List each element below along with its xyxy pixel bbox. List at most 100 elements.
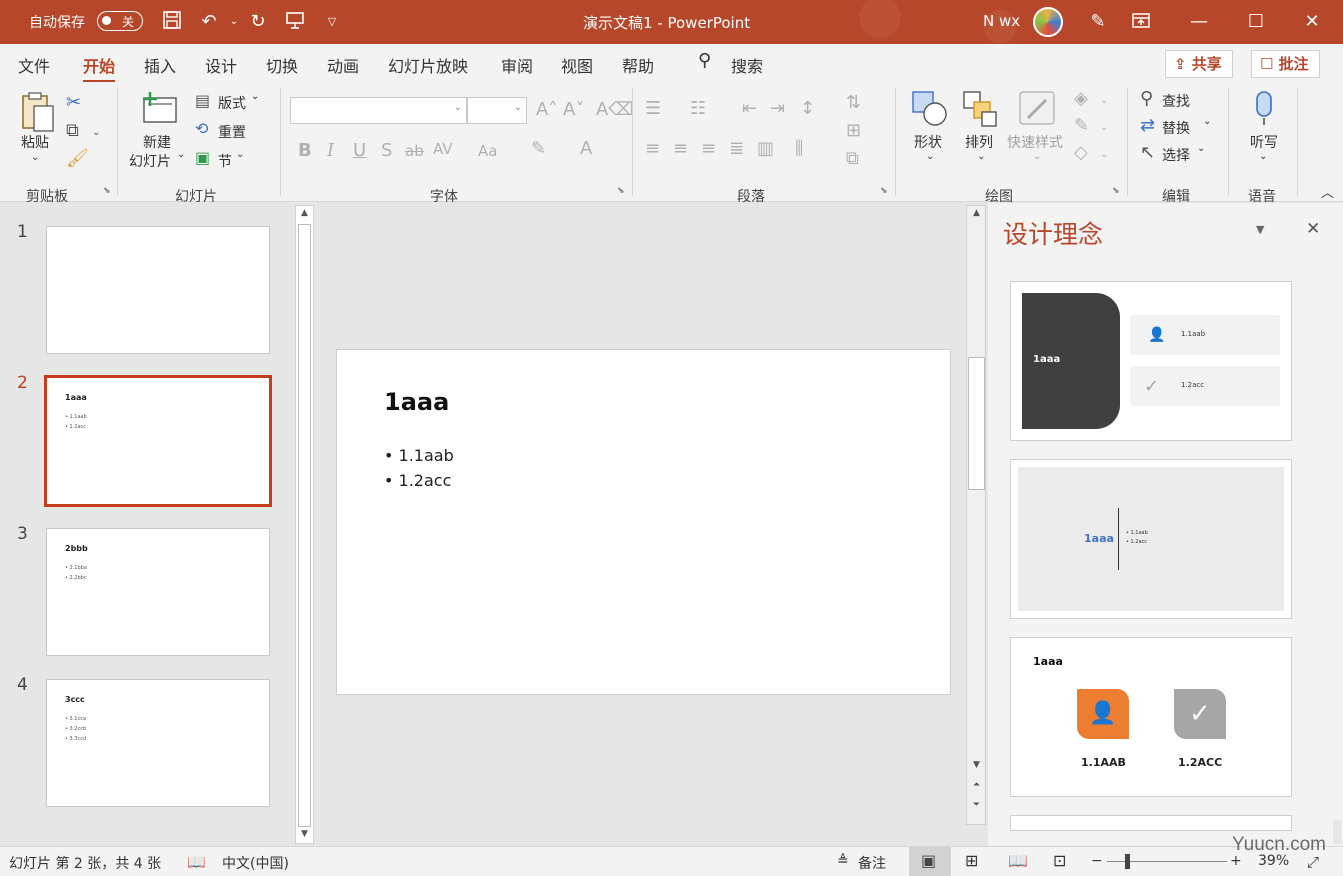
new-slide-label-2[interactable]: 幻灯片 [129, 151, 171, 171]
bold-button[interactable]: B [298, 142, 312, 160]
shape-effects-dropdown-icon[interactable]: ⌄ [1100, 146, 1108, 164]
copy-icon[interactable]: ⧉ [66, 122, 79, 140]
new-slide-icon[interactable] [138, 90, 178, 130]
change-case-icon[interactable]: Aa [478, 142, 497, 160]
shape-fill-dropdown-icon[interactable]: ⌄ [1100, 92, 1108, 110]
close-pane-icon[interactable]: ✕ [1306, 219, 1320, 239]
find-icon[interactable]: ⚲ [1140, 90, 1153, 108]
quick-styles-dropdown-icon[interactable]: ⌄ [1033, 151, 1041, 162]
strikethrough-icon[interactable]: ab [405, 142, 424, 160]
shadow-button[interactable]: S [381, 142, 392, 160]
tab-help[interactable]: 帮助 [622, 53, 654, 77]
undo-icon[interactable]: ↶ [197, 10, 221, 34]
decrease-indent-icon[interactable]: ⇤ [742, 100, 757, 118]
numbering-icon[interactable]: ☷ [690, 100, 706, 118]
shapes-button[interactable]: 形状 [914, 132, 942, 152]
select-button[interactable]: 选择 [1162, 145, 1190, 165]
slide-scroll-thumb[interactable] [968, 357, 985, 490]
search-icon[interactable]: ⚲ [698, 50, 711, 71]
font-name-combo[interactable]: ⌄ [290, 97, 467, 124]
align-right-icon[interactable]: ≡ [701, 140, 716, 158]
paste-dropdown-icon[interactable]: ⌄ [31, 152, 39, 163]
font-launcher-icon[interactable]: ⬊ [617, 186, 625, 196]
shrink-font-icon[interactable]: A˅ [563, 101, 584, 119]
tab-design[interactable]: 设计 [205, 53, 237, 77]
slide-thumbnail-4[interactable]: 3ccc • 3.1cca • 3.2ccb • 3.3ccd [46, 679, 270, 807]
maximize-icon[interactable]: ☐ [1244, 10, 1268, 34]
grow-font-icon[interactable]: A˄ [536, 101, 557, 119]
search-box[interactable]: 搜索 [731, 53, 763, 77]
design-idea-2[interactable]: 1aaa • 1.1aab • 1.2acc [1010, 459, 1292, 619]
undo-dropdown-icon[interactable]: ⌄ [222, 10, 246, 34]
char-spacing-icon[interactable]: AV [433, 140, 453, 158]
slide-thumbnail-2[interactable]: 1aaa • 1.1aab • 1.2acc [44, 375, 272, 507]
slide-body[interactable]: • 1.1aab • 1.2acc [384, 443, 454, 493]
scroll-down-icon[interactable]: ▼ [296, 829, 313, 839]
previous-slide-icon[interactable]: ⏶ [968, 780, 985, 790]
slide-canvas[interactable]: 1aaa • 1.1aab • 1.2acc [336, 349, 951, 695]
underline-button[interactable]: U [353, 142, 366, 160]
replace-button[interactable]: 替换 [1162, 118, 1190, 138]
zoom-out-icon[interactable]: − [1091, 853, 1103, 869]
tab-file[interactable]: 文件 [18, 53, 50, 77]
drawing-launcher-icon[interactable]: ⬊ [1112, 186, 1120, 196]
collapse-ribbon-icon[interactable]: ︿ [1321, 182, 1334, 201]
slide-title[interactable]: 1aaa [384, 388, 449, 416]
design-idea-3[interactable]: 1aaa 👤 ✓ 1.1AAB 1.2ACC [1010, 637, 1292, 797]
tab-transitions[interactable]: 切换 [266, 53, 298, 77]
highlight-icon[interactable]: ✎ [531, 140, 546, 158]
slide-thumbnail-3[interactable]: 2bbb • 2.1bba • 2.2bbc [46, 528, 270, 656]
minimize-icon[interactable]: — [1187, 10, 1211, 34]
clipboard-launcher-icon[interactable]: ⬊ [103, 186, 111, 196]
replace-dropdown-icon[interactable]: ⌄ [1203, 116, 1211, 127]
quick-styles-icon[interactable] [1018, 90, 1058, 132]
reset-button[interactable]: 重置 [218, 122, 246, 142]
align-center-icon[interactable]: ≡ [673, 140, 688, 158]
clear-format-icon[interactable]: A⌫ [596, 101, 634, 119]
smartart-icon[interactable]: ⧉ [846, 150, 859, 168]
paste-button[interactable]: 粘贴 [21, 132, 49, 152]
select-dropdown-icon[interactable]: ⌄ [1197, 143, 1205, 154]
align-text-icon[interactable]: ⊞ [846, 122, 861, 140]
avatar[interactable] [1033, 7, 1063, 37]
new-slide-dropdown-icon[interactable]: ⌄ [177, 149, 185, 160]
select-icon[interactable]: ↖ [1140, 144, 1155, 162]
justify-icon[interactable]: ≣ [729, 140, 744, 158]
shape-outline-dropdown-icon[interactable]: ⌄ [1100, 119, 1108, 137]
copy-dropdown-icon[interactable]: ⌄ [92, 124, 100, 142]
tab-home[interactable]: 开始 [83, 53, 116, 83]
font-color-icon[interactable]: A [580, 140, 592, 158]
scroll-up-icon[interactable]: ▲ [296, 208, 313, 218]
arrange-icon[interactable] [962, 90, 998, 132]
reset-icon[interactable]: ⟲ [195, 120, 208, 138]
present-icon[interactable] [283, 10, 307, 34]
shape-fill-icon[interactable]: ◈ [1074, 90, 1088, 108]
comments-button[interactable]: ☐ 批注 [1251, 50, 1320, 78]
tab-slideshow[interactable]: 幻灯片放映 [388, 53, 468, 77]
replace-icon[interactable]: ⇄ [1140, 117, 1155, 135]
slide-thumbnail-1[interactable] [46, 226, 270, 354]
paragraph-launcher-icon[interactable]: ⬊ [880, 186, 888, 196]
thumbnail-scroll-thumb[interactable] [298, 224, 311, 827]
shapes-dropdown-icon[interactable]: ⌄ [926, 151, 934, 162]
line-spacing-icon[interactable]: ↕ [800, 100, 815, 118]
notes-icon[interactable]: ≜ [837, 853, 849, 869]
close-icon[interactable]: ✕ [1300, 10, 1324, 34]
notes-button[interactable]: 备注 [858, 853, 886, 873]
autosave-toggle[interactable]: 关 [97, 11, 143, 31]
slideshow-icon[interactable]: ⊡ [1053, 851, 1066, 870]
section-icon[interactable]: ▣ [195, 149, 210, 167]
slide-bullet[interactable]: • 1.1aab [384, 443, 454, 468]
quick-styles-button[interactable]: 快速样式 [1007, 132, 1063, 152]
save-icon[interactable] [160, 10, 184, 34]
distribute-icon[interactable]: ▥ [757, 140, 774, 158]
design-idea-4[interactable] [1010, 815, 1292, 831]
bullets-icon[interactable]: ☰ [645, 100, 661, 118]
pane-options-icon[interactable]: ▼ [1256, 223, 1264, 236]
new-slide-label-1[interactable]: 新建 [143, 132, 171, 152]
design-pane-scrollbar[interactable] [1333, 820, 1341, 844]
reading-view-icon[interactable]: 📖 [1008, 851, 1028, 870]
shapes-icon[interactable] [911, 90, 949, 132]
find-button[interactable]: 查找 [1162, 91, 1190, 111]
spellcheck-icon[interactable]: 📖 [187, 853, 206, 871]
